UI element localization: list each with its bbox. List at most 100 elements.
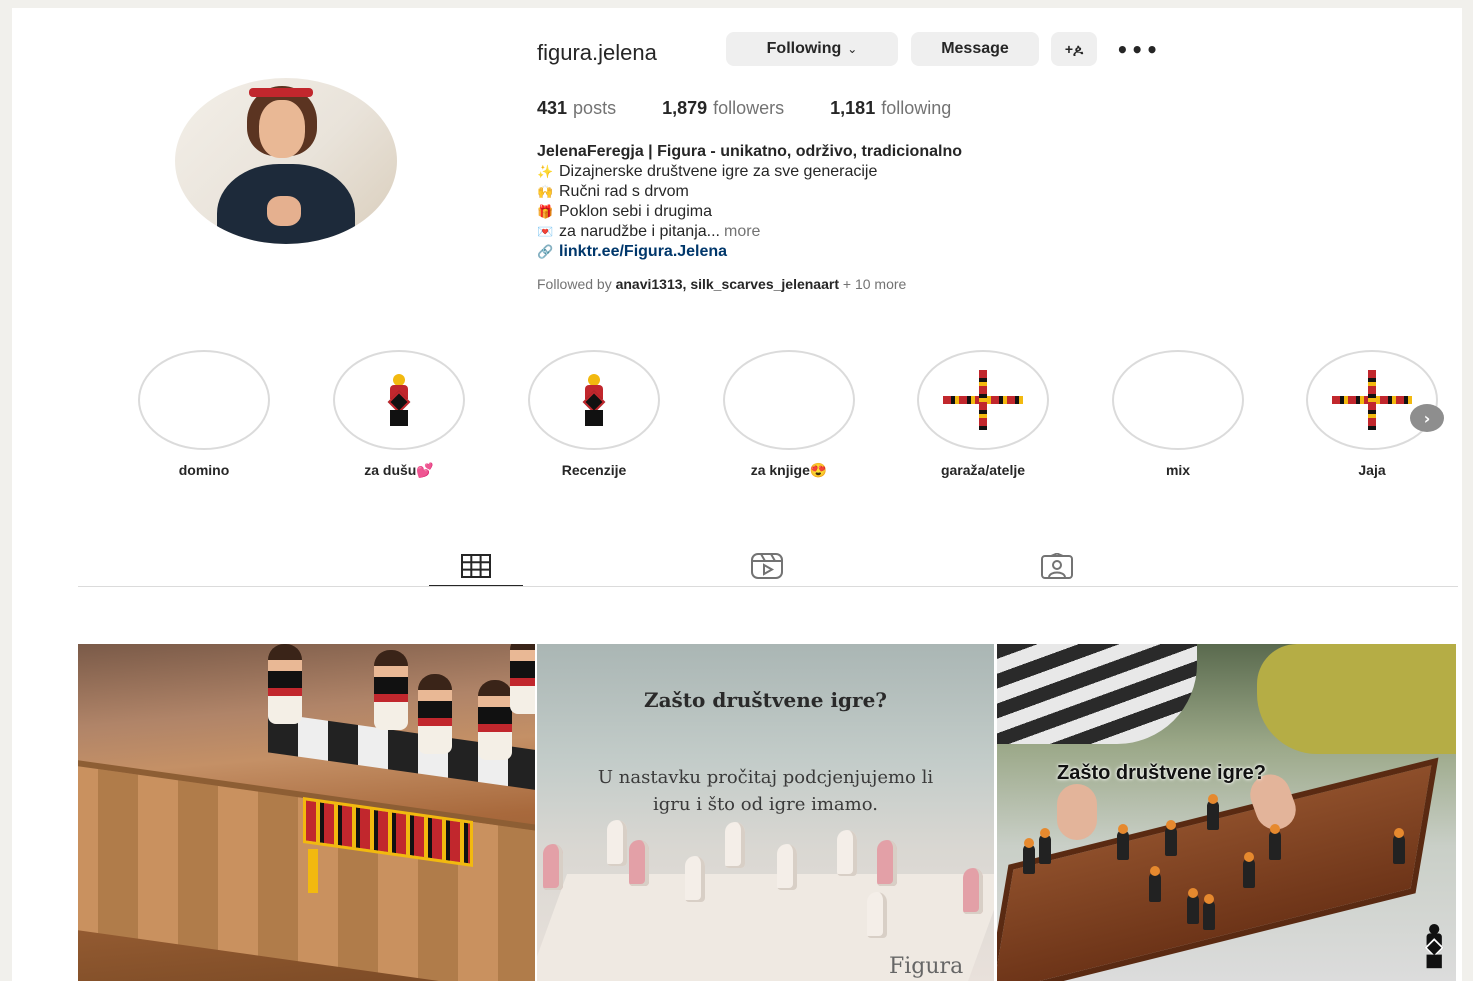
figura-logo-icon <box>1424 924 1444 976</box>
post-peg <box>1203 894 1215 930</box>
followed-by-prefix: Followed by <box>537 276 612 292</box>
post-peg <box>1117 824 1129 860</box>
post-figure <box>510 644 535 714</box>
post-pawn <box>685 856 705 902</box>
bio-line: 💌 za narudžbe i pitanja... more <box>537 222 962 242</box>
post-figure <box>418 674 452 754</box>
add-user-icon[interactable]: +ዾ <box>1051 32 1097 66</box>
more-options-icon[interactable]: ••• <box>1116 38 1160 62</box>
followers-number: 1,879 <box>662 98 708 118</box>
following-label: following <box>881 98 952 118</box>
post-tile[interactable] <box>78 644 535 981</box>
followers-count[interactable]: 1,879 followers <box>662 98 784 119</box>
link-icon: 🔗 <box>537 244 554 259</box>
post-tile[interactable]: Zašto društvene igre? U nastavku pročita… <box>537 644 994 981</box>
avatar-hands <box>267 196 301 226</box>
highlight-label: domino <box>178 462 230 478</box>
post-pawn <box>837 830 857 876</box>
bio-line: 🎁 Poklon sebi i drugima <box>537 202 962 222</box>
post-figure <box>268 644 302 724</box>
highlight-mix[interactable]: mix <box>1112 350 1244 478</box>
highlight-cover <box>1313 357 1431 443</box>
sparkles-icon: ✨ <box>537 164 554 179</box>
post-tassel <box>308 849 318 893</box>
post-pawn <box>607 820 627 866</box>
highlight-label: Recenzije <box>561 462 627 478</box>
post-board <box>78 757 535 981</box>
tagged-icon <box>1041 553 1073 579</box>
bio-link[interactable]: linktr.ee/Figura.Jelena <box>559 242 727 262</box>
highlight-label: za knjige😍 <box>750 462 828 478</box>
following-button-label: Following <box>766 40 842 57</box>
post-peg <box>1023 838 1035 874</box>
highlight-cover <box>730 357 848 443</box>
message-button[interactable]: Message <box>911 32 1039 66</box>
followers-label: followers <box>713 98 785 118</box>
followed-by[interactable]: Followed by anavi1313, silk_scarves_jele… <box>537 276 906 292</box>
avatar-face <box>259 100 305 158</box>
highlight-domino[interactable]: domino <box>138 350 270 478</box>
profile-bio: JelenaFeregja | Figura - unikatno, održi… <box>537 142 962 262</box>
highlight-label: mix <box>1165 462 1191 478</box>
bio-line: ✨ Dizajnerske društvene igre za sve gener… <box>537 162 962 182</box>
embroidery-cross-icon <box>1332 370 1412 430</box>
grid-icon <box>461 553 491 578</box>
bio-more-link[interactable]: more <box>724 222 760 242</box>
tab-tagged[interactable] <box>1010 546 1104 586</box>
highlight-label: za dušu💕 <box>364 462 434 478</box>
following-count[interactable]: 1,181 following <box>830 98 951 119</box>
post-pawn <box>777 844 797 890</box>
post-pawn <box>877 840 897 886</box>
highlight-ring <box>1306 350 1438 450</box>
gift-icon: 🎁 <box>537 204 554 219</box>
post-pawn <box>543 844 563 890</box>
profile-avatar[interactable] <box>175 78 397 244</box>
followed-by-suffix: + 10 more <box>842 276 907 292</box>
post-peg <box>1207 794 1219 830</box>
figura-wordmark: Figura <box>889 954 964 979</box>
tab-reels[interactable] <box>720 546 814 586</box>
hands-icon: 🙌 <box>537 184 554 199</box>
post-pawn <box>963 868 983 914</box>
profile-stats: 431 posts 1,879 followers 1,181 following <box>537 98 997 119</box>
reels-icon <box>751 553 783 579</box>
figura-logo-icon <box>582 374 606 426</box>
tabs-divider <box>78 586 1458 587</box>
post-peg <box>1165 820 1177 856</box>
chevron-right-icon[interactable]: › <box>1410 404 1444 432</box>
highlight-garaza-atelje[interactable]: garaža/atelje <box>917 350 1049 478</box>
highlight-ring <box>1112 350 1244 450</box>
highlight-cover <box>1119 357 1237 443</box>
post-peg <box>1243 852 1255 888</box>
bio-text: za narudžbe i pitanja... <box>559 223 720 240</box>
post-peg <box>1039 828 1051 864</box>
post-peg <box>1269 824 1281 860</box>
tab-posts[interactable] <box>429 546 523 587</box>
highlight-za-dusu[interactable]: za dušu💕 <box>333 350 465 479</box>
bio-link-line[interactable]: 🔗 linktr.ee/Figura.Jelena <box>537 242 962 262</box>
posts-count: 431 posts <box>537 98 616 119</box>
highlight-cover <box>340 357 458 443</box>
post-pawn <box>629 840 649 886</box>
highlight-label: Jaja <box>1358 462 1386 478</box>
embroidery-cross-icon <box>943 370 1023 430</box>
highlight-ring <box>917 350 1049 450</box>
posts-label: posts <box>573 98 617 118</box>
followed-by-users[interactable]: anavi1313, silk_scarves_jelenaart <box>616 276 839 292</box>
following-button[interactable]: Following ⌄ <box>726 32 898 66</box>
love-letter-icon: 💌 <box>537 224 554 239</box>
highlight-label: garaža/atelje <box>940 462 1026 478</box>
post-title: Zašto društvene igre? <box>1057 762 1266 784</box>
post-tile[interactable]: Zašto društvene igre? <box>997 644 1456 981</box>
post-title: Zašto društvene igre? <box>643 688 888 712</box>
highlight-ring <box>138 350 270 450</box>
highlight-ring <box>333 350 465 450</box>
highlight-recenzije[interactable]: Recenzije <box>528 350 660 478</box>
following-number: 1,181 <box>830 98 876 118</box>
highlight-za-knjige[interactable]: za knjige😍 <box>723 350 855 479</box>
post-pawn <box>867 892 887 938</box>
post-peg <box>1393 828 1405 864</box>
post-sleeve <box>1257 644 1456 754</box>
chevron-down-icon: ⌄ <box>847 42 858 56</box>
figura-logo-icon <box>387 374 411 426</box>
